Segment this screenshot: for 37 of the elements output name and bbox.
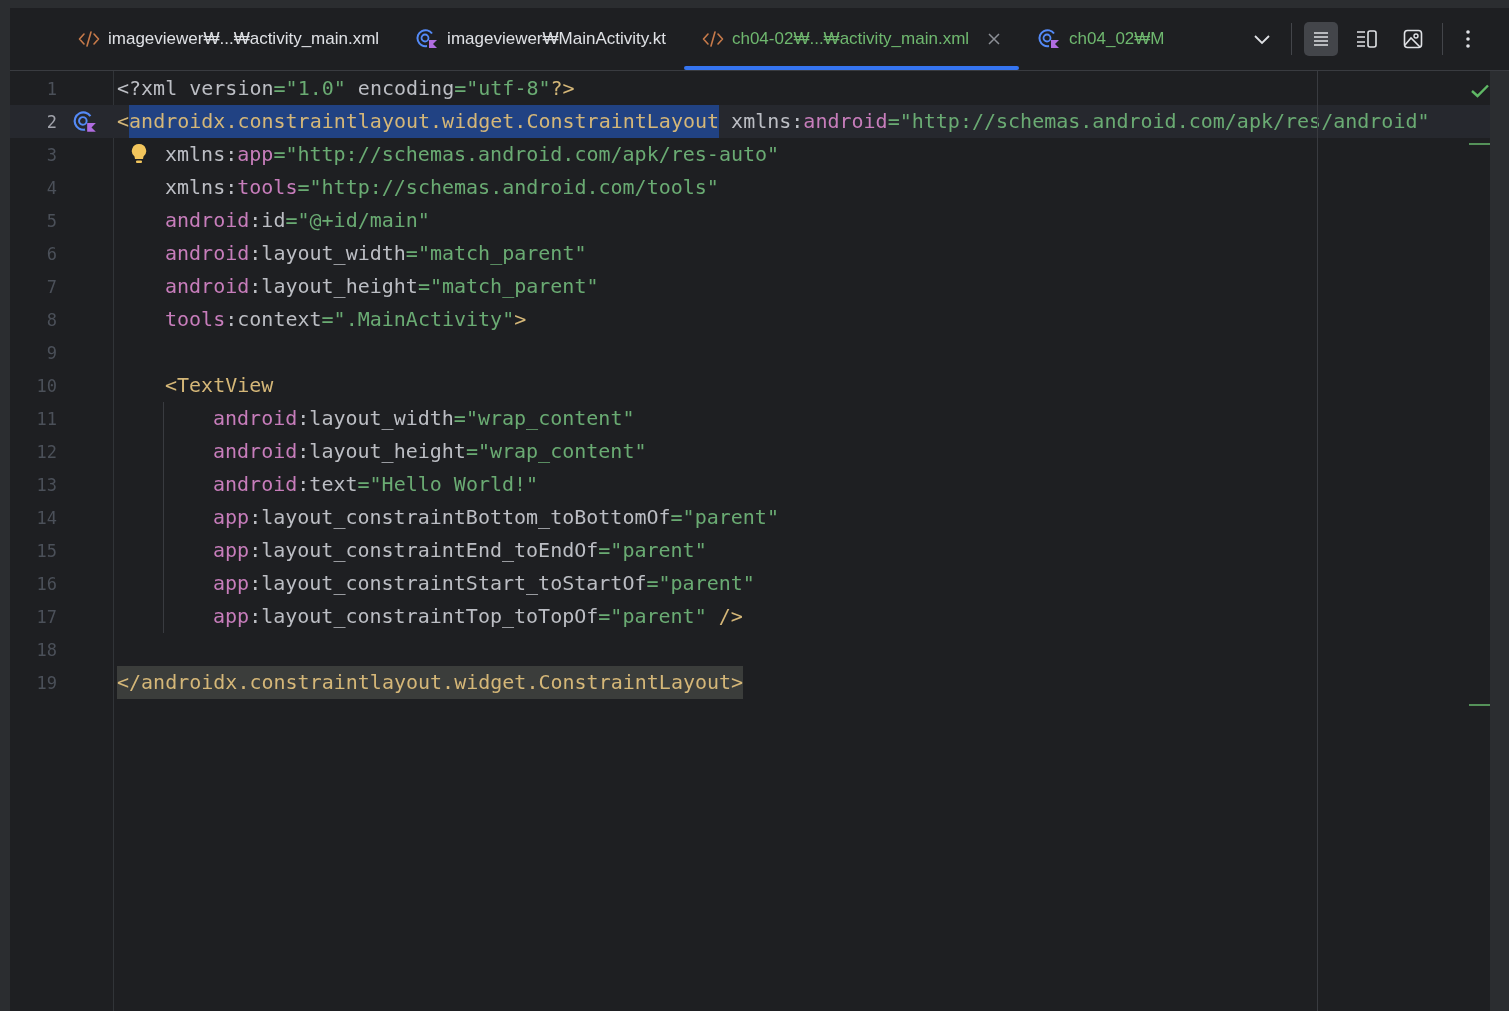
code-line: <androidx.constraintlayout.widget.ConstraintLayout xmlns:android="http://schemas.android.com/apk/res/android" [117, 105, 1430, 138]
code-brackets-icon [701, 29, 724, 49]
checkmark-icon [1470, 83, 1490, 99]
split-view-icon [1356, 29, 1378, 49]
lightbulb-icon[interactable] [131, 143, 147, 165]
code-line: <TextView [165, 372, 274, 399]
code-line: app:layout_constraintBottom_toBottomOf="parent" [213, 504, 779, 531]
code-line: app:layout_constraintTop_toTopOf="parent" /> [213, 603, 743, 630]
file-tab[interactable]: ch04_02₩M [1019, 8, 1183, 70]
code-line: android:layout_width="wrap_content" [213, 405, 635, 432]
file-tab[interactable]: ch04-02₩...₩activity_main.xml [683, 8, 1020, 70]
class-icon [1037, 28, 1062, 50]
chevron-down-icon[interactable] [1253, 33, 1271, 45]
code-line: app:layout_constraintStart_toStartOf="parent" [213, 570, 755, 597]
lines-icon [1312, 30, 1330, 48]
code-line: android:text="Hello World!" [213, 471, 539, 498]
code-line: tools:context=".MainActivity"> [165, 306, 527, 333]
file-tab[interactable]: imageviewer₩...₩activity_main.xml [60, 8, 398, 70]
code-line: android:id="@+id/main" [165, 207, 430, 234]
class-icon [415, 28, 440, 50]
file-tab[interactable]: imageviewer₩MainActivity.kt [397, 8, 684, 70]
image-icon [1403, 29, 1423, 49]
class-icon[interactable] [72, 109, 98, 134]
code-line: android:layout_width="match_parent" [165, 240, 587, 267]
change-marker [1469, 143, 1490, 145]
close-icon[interactable] [987, 32, 1002, 46]
line-number: 2 [45, 111, 57, 132]
change-marker [1469, 704, 1490, 706]
code-line: android:layout_height="wrap_content" [213, 438, 647, 465]
more-options-icon[interactable] [1465, 29, 1471, 49]
code-line: <?xml version="1.0" encoding="utf-8"?> [117, 75, 575, 102]
code-line: android:layout_height="match_parent" [165, 273, 599, 300]
code-brackets-icon [78, 29, 100, 49]
code-view-button[interactable] [1304, 22, 1338, 56]
code-line: xmlns:app="http://schemas.android.com/apk/res-auto" [165, 141, 780, 168]
code-line: app:layout_constraintEnd_toEndOf="parent" [213, 537, 707, 564]
code-line: xmlns:tools="http://schemas.android.com/tools" [165, 174, 719, 201]
